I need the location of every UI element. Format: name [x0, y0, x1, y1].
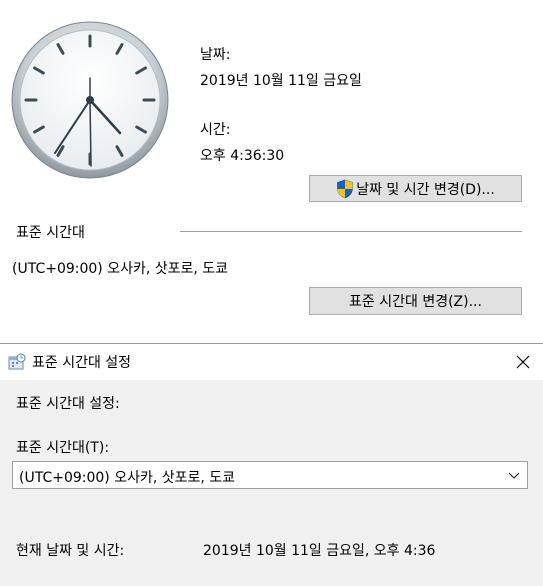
time-label: 시간: — [200, 122, 231, 138]
timezone-section-label: 표준 시간대 — [16, 225, 85, 241]
dialog-titlebar[interactable]: 표준 시간대 설정 — [0, 344, 543, 380]
change-date-time-button[interactable]: 날짜 및 시간 변경(D)... — [309, 175, 522, 202]
time-zone-app-icon — [8, 353, 26, 370]
chevron-down-icon — [508, 472, 520, 479]
current-datetime-label: 현재 날짜 및 시간: — [16, 543, 125, 559]
section-divider — [180, 231, 522, 232]
timezone-settings-dialog: 표준 시간대 설정 표준 시간대 설정: 표준 시간대(T): (UTC+09:… — [0, 343, 543, 586]
uac-shield-icon — [337, 179, 354, 198]
change-timezone-button-label: 표준 시간대 변경(Z)... — [349, 294, 482, 310]
date-value: 2019년 10월 11일 금요일 — [200, 73, 362, 89]
change-date-time-button-label: 날짜 및 시간 변경(D)... — [356, 181, 495, 198]
timezone-value: (UTC+09:00) 오사카, 삿포로, 도쿄 — [12, 261, 229, 277]
time-value: 오후 4:36:30 — [200, 148, 285, 164]
timezone-select[interactable]: (UTC+09:00) 오사카, 삿포로, 도쿄 — [12, 461, 528, 489]
timezone-select-value: (UTC+09:00) 오사카, 삿포로, 도쿄 — [19, 470, 236, 486]
current-datetime-value: 2019년 10월 11일 금요일, 오후 4:36 — [203, 543, 436, 559]
date-time-panel: 날짜: 2019년 10월 11일 금요일 시간: 오후 4:36:30 날짜 … — [0, 0, 543, 343]
change-timezone-button[interactable]: 표준 시간대 변경(Z)... — [309, 287, 522, 315]
close-button[interactable] — [503, 344, 543, 380]
dialog-heading: 표준 시간대 설정: — [16, 396, 120, 412]
timezone-field-label: 표준 시간대(T): — [16, 440, 110, 456]
analog-clock-icon — [11, 21, 169, 179]
close-icon — [516, 355, 530, 369]
date-label: 날짜: — [200, 47, 231, 63]
dialog-title: 표준 시간대 설정 — [32, 355, 132, 371]
